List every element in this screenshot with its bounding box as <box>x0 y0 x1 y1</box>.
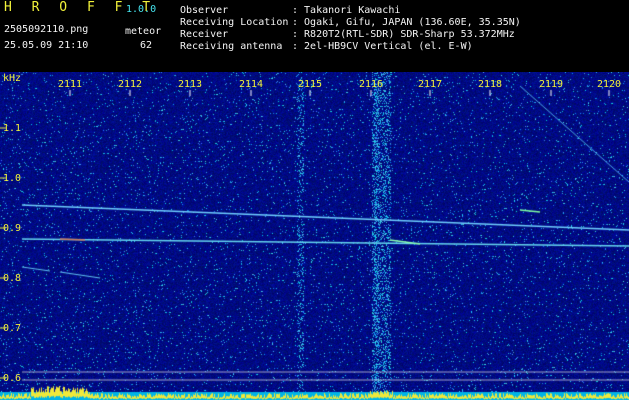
x-tick-label: 2111 <box>57 79 83 90</box>
meteor-counter-value: 62 <box>140 40 153 51</box>
x-tick-label: 2115 <box>297 79 323 90</box>
image-filename: 2505092110.png <box>4 24 89 35</box>
info-value-location: : Ogaki, Gifu, JAPAN (136.60E, 35.35N) <box>292 17 521 28</box>
observation-datetime: 25.05.09 21:10 <box>4 40 89 51</box>
header-panel: H R O F F T 1.0.0 2505092110.png 25.05.0… <box>0 0 629 72</box>
y-tick-label: 1.1 <box>3 123 22 134</box>
spectrogram-canvas <box>0 72 629 400</box>
info-value-receiver: : R820T2(RTL-SDR) SDR-Sharp 53.372MHz <box>292 29 515 40</box>
app-version: 1.0.0 <box>126 4 157 15</box>
x-tick-label: 2114 <box>238 79 264 90</box>
x-tick-label: 2117 <box>417 79 443 90</box>
meteor-counter-label: meteor <box>125 26 162 37</box>
info-label-observer: Observer <box>180 5 229 16</box>
y-tick-label: 0.9 <box>3 223 22 234</box>
info-label-antenna: Receiving antenna <box>180 41 283 52</box>
info-value-antenna: : 2el-HB9CV Vertical (el. E-W) <box>292 41 473 52</box>
y-tick-label: 0.7 <box>3 323 22 334</box>
x-tick-label: 2119 <box>538 79 564 90</box>
y-tick-label: 0.6 <box>3 373 22 384</box>
y-tick-label: 0.8 <box>3 273 22 284</box>
x-tick-label: 2113 <box>177 79 203 90</box>
y-axis-unit: kHz <box>3 73 22 84</box>
x-tick-label: 2112 <box>117 79 143 90</box>
info-value-observer: : Takanori Kawachi <box>292 5 401 16</box>
x-tick-label: 2118 <box>477 79 503 90</box>
x-tick-label: 2116 <box>358 79 384 90</box>
info-label-location: Receiving Location <box>180 17 289 28</box>
x-tick-label: 2120 <box>596 79 622 90</box>
y-tick-label: 1.0 <box>3 173 22 184</box>
info-label-receiver: Receiver <box>180 29 229 40</box>
